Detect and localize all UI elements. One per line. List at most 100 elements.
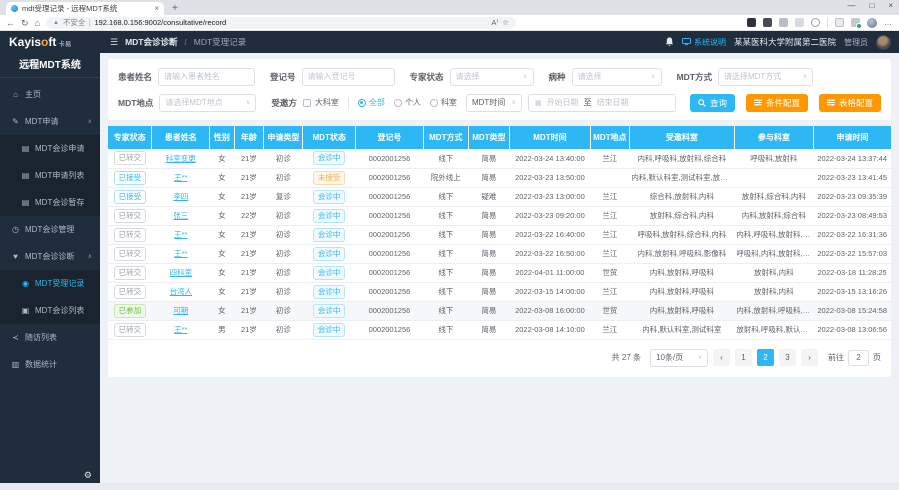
mdt-place-select[interactable]: 请选择MDT地点 ∨ [159, 94, 256, 112]
patient-name-link[interactable]: 王** [174, 173, 187, 182]
expert-status-badge: 已接受 [114, 171, 147, 185]
sidebar-item-随访列表[interactable]: ≺随访列表 [0, 324, 100, 351]
patient-name-link[interactable]: 王** [174, 325, 187, 334]
tab-close-icon[interactable]: × [154, 5, 159, 13]
user-avatar[interactable] [876, 35, 891, 50]
sidebar-item-MDT申请列表[interactable]: ▤MDT申请列表 [0, 162, 100, 189]
home-icon[interactable]: ⌂ [35, 18, 40, 28]
table-row[interactable]: 已转交科室变更女21岁初诊会诊中0002001256线下简易2022-03-24… [108, 149, 891, 168]
split-screen-icon[interactable] [835, 18, 844, 27]
radio-personal[interactable]: 个人 [394, 97, 421, 108]
cell-apply-time: 2022-03-08 15:24:58 [813, 301, 891, 320]
settings-gear-icon[interactable]: ⚙ [84, 470, 92, 481]
menu-collapse-icon[interactable]: ☰ [110, 37, 118, 48]
expert-status-select[interactable]: 请选择 ∨ [450, 68, 534, 86]
table-row[interactable]: 已转交王**男21岁初诊会诊中0002001256线下简易2022-03-08 … [108, 320, 891, 339]
sidebar-item-MDT受理记录[interactable]: ◉MDT受理记录 [0, 270, 100, 297]
cell-expert-status: 已接受 [108, 168, 152, 187]
radio-dept[interactable]: 科室 [430, 97, 457, 108]
sidebar-item-MDT会诊暂存[interactable]: ▤MDT会诊暂存 [0, 189, 100, 216]
next-page-button[interactable]: › [801, 349, 818, 366]
browser-profile-avatar[interactable] [867, 18, 877, 28]
extension-icon[interactable] [747, 18, 756, 27]
table-row[interactable]: 已接受王**女21岁初诊未接受0002001256院外线上简易2022-03-2… [108, 168, 891, 187]
extension-icon[interactable] [811, 18, 820, 27]
sidebar-item-MDT会诊列表[interactable]: ▣MDT会诊列表 [0, 297, 100, 324]
page-buttons: 123 [735, 349, 796, 366]
big-dept-checkbox[interactable]: 大科室 [303, 97, 339, 108]
patient-name-link[interactable]: 张三 [173, 211, 188, 220]
sidebar-item-MDT会诊管理[interactable]: ◷MDT会诊管理 [0, 216, 100, 243]
sidebar-item-主页[interactable]: ⌂主页 [0, 81, 100, 108]
chevron-down-icon: ∨ [523, 73, 527, 80]
search-button[interactable]: 查询 [690, 94, 735, 112]
window-maximize-icon[interactable]: □ [869, 1, 874, 11]
table-config-button[interactable]: 表格配置 [819, 94, 881, 112]
patient-name-input[interactable] [158, 68, 255, 86]
reg-no-label: 登记号 [270, 71, 296, 83]
cell-apply-time: 2022-03-24 13:37:44 [813, 149, 891, 168]
back-icon[interactable]: ← [6, 18, 15, 28]
favorite-star-icon[interactable]: ☆ [502, 18, 509, 27]
mdt-way-select[interactable]: 请选择MDT方式 ∨ [718, 68, 813, 86]
sidebar-item-MDT会诊诊断[interactable]: ♥MDT会诊诊断∧ [0, 243, 100, 270]
goto-page-input[interactable] [848, 350, 869, 366]
table-row[interactable]: 已转交王**女21岁初诊会诊中0002001256线下简易2022-03-22 … [108, 225, 891, 244]
cell-patient-name: 李四 [152, 187, 210, 206]
page-size-select[interactable]: 10条/页 ∨ [650, 349, 708, 367]
patient-name-link[interactable]: 台湾人 [170, 287, 193, 296]
extension-icon[interactable] [779, 18, 788, 27]
cell-mdt-time: 2022-03-24 13:40:00 [510, 149, 591, 168]
cell-mdt-way: 线下 [424, 301, 469, 320]
patient-name-link[interactable]: 王** [174, 230, 187, 239]
table-row[interactable]: 已转交王**女21岁初诊会诊中0002001256线下简易2022-03-22 … [108, 244, 891, 263]
page-button-1[interactable]: 1 [735, 349, 752, 366]
table-header-row: 专家状态患者姓名性别年龄申请类型MDT状态登记号MDT方式MDT类型MDT时间M… [108, 126, 891, 149]
address-bar[interactable]: ▲ 不安全 192.168.0.156:9002/consultative/re… [46, 17, 516, 29]
patient-name-link[interactable]: 科室变更 [166, 154, 196, 163]
home-icon: ⌂ [11, 90, 20, 99]
patient-name-link[interactable]: 李四 [173, 192, 188, 201]
radio-all[interactable]: 全部 [358, 97, 385, 108]
table-body: 已转交科室变更女21岁初诊会诊中0002001256线下简易2022-03-24… [108, 149, 891, 339]
browser-essentials-icon[interactable] [851, 18, 860, 27]
table-row[interactable]: 已参加可期女21岁初诊会诊中0002001256线下简易2022-03-08 1… [108, 301, 891, 320]
time-type-select[interactable]: MDT时间 ∨ [466, 94, 522, 112]
system-help-link[interactable]: 系统说明 [682, 37, 726, 48]
cell-sex: 女 [210, 149, 234, 168]
window-minimize-icon[interactable]: — [847, 1, 855, 11]
cell-apply-type: 初诊 [264, 263, 303, 282]
table-row[interactable]: 已接受李四女21岁复诊会诊中0002001256线下疑难2022-03-23 1… [108, 187, 891, 206]
patient-name-link[interactable]: 四科室 [170, 268, 193, 277]
cell-expert-status: 已转交 [108, 225, 152, 244]
patient-name-link[interactable]: 可期 [173, 306, 188, 315]
cell-mdt-way: 线下 [424, 149, 469, 168]
disease-select[interactable]: 请选择 ∨ [572, 68, 662, 86]
page-button-2[interactable]: 2 [757, 349, 774, 366]
prev-page-button[interactable]: ‹ [713, 349, 730, 366]
refresh-icon[interactable]: ↻ [21, 18, 29, 28]
table-row[interactable]: 已转交台湾人女21岁初诊会诊中0002001256线下简易2022-03-15 … [108, 282, 891, 301]
extension-icon[interactable] [763, 18, 772, 27]
window-close-icon[interactable]: × [888, 1, 893, 11]
reg-no-input[interactable] [302, 68, 395, 86]
date-range-picker[interactable]: ▦ 开始日期 至 结束日期 [528, 94, 676, 112]
sidebar-item-数据统计[interactable]: ▥数据统计 [0, 351, 100, 378]
table-row[interactable]: 已转交四科室女21岁初诊会诊中0002001256线下简易2022-04-01 … [108, 263, 891, 282]
sidebar-item-MDT申请[interactable]: ✎MDT申请∧ [0, 108, 100, 135]
page-button-3[interactable]: 3 [779, 349, 796, 366]
patient-name-link[interactable]: 王** [174, 249, 187, 258]
mdt-status-badge: 会诊中 [313, 247, 346, 261]
condition-config-button[interactable]: 条件配置 [746, 94, 808, 112]
browser-menu-icon[interactable]: … [884, 18, 893, 27]
browser-tab[interactable]: mdt受理记录 - 远程MDT系统 × [6, 2, 164, 15]
cell-mdt-status: 会诊中 [303, 282, 355, 301]
column-header: 申请类型 [264, 126, 303, 149]
cell-apply-type: 初诊 [264, 282, 303, 301]
new-tab-button[interactable]: + [172, 3, 178, 15]
extension-icon[interactable] [795, 18, 804, 27]
sidebar-item-MDT会诊申请[interactable]: ▤MDT会诊申请 [0, 135, 100, 162]
read-aloud-icon[interactable]: A⁾ [491, 18, 498, 27]
notification-bell-icon[interactable] [665, 37, 674, 47]
table-row[interactable]: 已转交张三女22岁初诊会诊中0002001256线下简易2022-03-23 0… [108, 206, 891, 225]
